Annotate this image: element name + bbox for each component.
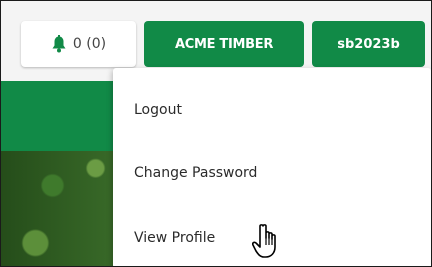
user-label: sb2023b bbox=[337, 36, 400, 52]
app-frame: 0 (0) ACME TIMBER sb2023b Logout Change … bbox=[0, 0, 432, 267]
menu-item-logout[interactable]: Logout bbox=[134, 102, 182, 118]
company-button[interactable]: ACME TIMBER bbox=[144, 21, 304, 67]
notifications-count: 0 (0) bbox=[72, 36, 107, 52]
hand-pointer-icon bbox=[251, 223, 286, 261]
notifications-button[interactable]: 0 (0) bbox=[21, 21, 136, 67]
menu-item-view-profile[interactable]: View Profile bbox=[134, 230, 215, 246]
user-menu-button[interactable]: sb2023b bbox=[312, 21, 425, 67]
company-label: ACME TIMBER bbox=[174, 36, 274, 52]
menu-item-change-password[interactable]: Change Password bbox=[134, 165, 257, 181]
bell-icon bbox=[51, 35, 67, 53]
